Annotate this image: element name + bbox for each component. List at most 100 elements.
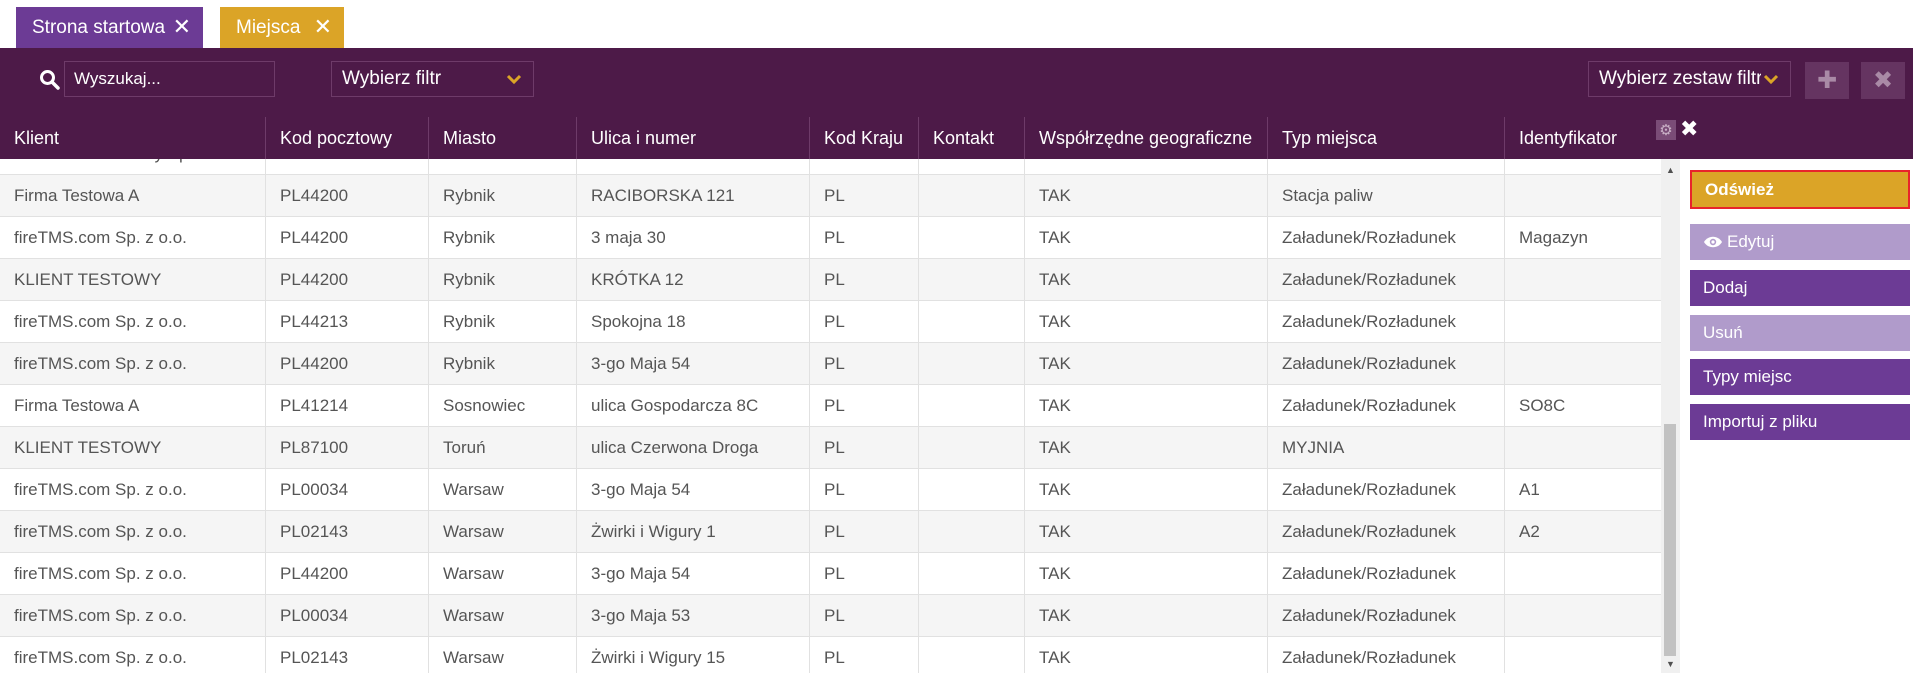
table-row[interactable]: KLIENT TESTOWY PL44200 Rybnik KRÓTKA 12 PL TA… — [0, 259, 1661, 301]
column-header-wspolrzedne[interactable]: Współrzędne geograficzne — [1025, 117, 1268, 159]
cell-postal-code: PL61131 — [266, 159, 429, 175]
table-row[interactable]: Kontrahent Testowy Sp. z o.o.PL61131Pozn… — [0, 159, 1661, 175]
cell-street: Łumienkola 185 — [577, 159, 810, 175]
scrollbar-thumb[interactable] — [1664, 424, 1676, 656]
cell-identifier — [1505, 343, 1661, 385]
table-row[interactable]: fireTMS.com Sp. z o.o. PL44200 Warsaw 3-go … — [0, 553, 1661, 595]
vertical-scrollbar[interactable]: ▲ ▼ — [1661, 159, 1680, 673]
add-filter-set-button[interactable]: ✚ — [1805, 62, 1849, 99]
cell-city: Rybnik — [429, 301, 577, 343]
cell-place-type: Załadunek/Rozładunek — [1268, 217, 1505, 259]
table-row[interactable]: fireTMS.com Sp. z o.o. PL00034 Warsaw 3-go … — [0, 595, 1661, 637]
column-header-ulica[interactable]: Ulica i numer — [577, 117, 810, 159]
cell-postal-code: PL44200 — [266, 343, 429, 385]
table-row[interactable]: fireTMS.com Sp. z o.o. PL44213 Rybnik Spoko… — [0, 301, 1661, 343]
cell-postal-code: PL02143 — [266, 511, 429, 553]
table-row[interactable]: fireTMS.com Sp. z o.o. PL02143 Warsaw Żwirk… — [0, 637, 1661, 673]
cell-postal-code: PL00034 — [266, 469, 429, 511]
cell-contact — [919, 637, 1025, 673]
scroll-up-arrow-icon[interactable]: ▲ — [1666, 165, 1675, 175]
cell-country-code: PL — [810, 343, 919, 385]
edit-button-label: Edytuj — [1727, 232, 1775, 251]
delete-button[interactable]: Usuń — [1690, 315, 1910, 351]
remove-filter-set-button[interactable]: ✖ — [1861, 62, 1905, 99]
cell-identifier — [1505, 159, 1661, 175]
cell-geo-coordinates: TAK — [1025, 259, 1268, 301]
cell-street: 3-go Maja 54 — [577, 343, 810, 385]
cell-identifier: Magazyn — [1519, 228, 1588, 247]
cell-client: fireTMS.com Sp. z o.o. — [0, 469, 266, 511]
cell-geo-coordinates: TAK — [1025, 427, 1268, 469]
cell-identifier: A2 — [1519, 522, 1540, 541]
cell-country-code: PL — [810, 385, 919, 427]
scroll-down-arrow-icon[interactable]: ▼ — [1666, 659, 1675, 669]
cell-city: Warsaw — [429, 637, 577, 673]
column-header-kod-kraju[interactable]: Kod Kraju — [810, 117, 919, 159]
filter-set-label: Wybierz zestaw filtrów — [1599, 68, 1761, 89]
cell-client: fireTMS.com Sp. z o.o. — [0, 637, 266, 673]
refresh-button[interactable]: Odśwież — [1690, 170, 1910, 209]
cell-country-code: PL — [810, 511, 919, 553]
filter-select-label: Wybierz filtr — [342, 68, 442, 89]
filter-select[interactable]: Wybierz filtr — [331, 61, 534, 97]
table-row[interactable]: Firma Testowa A PL44200 Rybnik RACIBORSKA 1… — [0, 175, 1661, 217]
place-types-button[interactable]: Typy miejsc — [1690, 359, 1910, 395]
add-button[interactable]: Dodaj — [1690, 270, 1910, 306]
cell-country-code: PL — [810, 469, 919, 511]
column-header-miasto[interactable]: Miasto — [429, 117, 577, 159]
cell-postal-code: PL44200 — [266, 175, 429, 217]
close-icon[interactable]: ✖ — [1680, 116, 1698, 142]
cell-city: Warsaw — [429, 553, 577, 595]
import-from-file-button[interactable]: Importuj z pliku — [1690, 404, 1910, 440]
table-row[interactable]: Firma Testowa A PL41214 Sosnowiec ulica Gos… — [0, 385, 1661, 427]
cell-place-type: Załadunek/Rozładunek — [1268, 637, 1505, 673]
cell-identifier — [1505, 175, 1661, 217]
cell-street: 3-go Maja 53 — [577, 595, 810, 637]
cell-contact — [919, 595, 1025, 637]
filter-set-select[interactable]: Wybierz zestaw filtrów — [1588, 61, 1791, 97]
column-header-identyfikator[interactable]: Identyfikator — [1505, 117, 1661, 159]
close-icon[interactable]: ✕ — [314, 16, 332, 38]
cell-city: Warsaw — [429, 469, 577, 511]
tab-strona-startowa[interactable]: Strona startowa ✕ — [16, 7, 203, 48]
cell-geo-coordinates: TAK — [1025, 175, 1268, 217]
column-header-typ-miejsca[interactable]: Typ miejsca — [1268, 117, 1505, 159]
column-header-klient[interactable]: Klient — [0, 117, 266, 159]
gear-icon[interactable]: ⚙ — [1656, 120, 1676, 140]
cell-city: Poznań — [429, 159, 577, 175]
cell-geo-coordinates: TAK — [1025, 159, 1268, 175]
table-row[interactable]: fireTMS.com Sp. z o.o. PL00034 Warsaw 3-go … — [0, 469, 1661, 511]
column-header-kontakt[interactable]: Kontakt — [919, 117, 1025, 159]
cell-client: fireTMS.com Sp. z o.o. — [0, 553, 266, 595]
cell-country-code: PL — [810, 595, 919, 637]
cell-postal-code: PL44200 — [266, 553, 429, 595]
table-row[interactable]: fireTMS.com Sp. z o.o. PL02143 Warsaw Żwirk… — [0, 511, 1661, 553]
cell-place-type: Załadunek/Rozładunek — [1268, 385, 1505, 427]
cell-contact — [919, 511, 1025, 553]
cell-street: 3-go Maja 54 — [577, 553, 810, 595]
cell-place-type: Stacja paliw — [1268, 175, 1505, 217]
cell-city: Rybnik — [429, 175, 577, 217]
search-input[interactable] — [64, 61, 275, 97]
search-icon[interactable] — [38, 68, 62, 92]
cell-street: Żwirki i Wigury 1 — [577, 511, 810, 553]
cell-city: Warsaw — [429, 511, 577, 553]
cell-place-type: Załadunek/Rozładunek — [1268, 553, 1505, 595]
cell-identifier — [1505, 301, 1661, 343]
column-header-kod-pocztowy[interactable]: Kod pocztowy — [266, 117, 429, 159]
table-row[interactable]: fireTMS.com Sp. z o.o. PL44200 Rybnik 3 maj… — [0, 217, 1661, 259]
edit-button[interactable]: Edytuj — [1690, 224, 1910, 260]
plus-icon: ✚ — [1816, 67, 1838, 94]
table-row[interactable]: fireTMS.com Sp. z o.o. PL44200 Rybnik 3-go … — [0, 343, 1661, 385]
table-row[interactable]: KLIENT TESTOWY PL87100 Toruń ulica Czerwona… — [0, 427, 1661, 469]
cell-place-type: Załadunek/Rozładunek — [1268, 259, 1505, 301]
cell-street: Spokojna 18 — [577, 301, 810, 343]
cell-contact — [919, 301, 1025, 343]
cell-city: Rybnik — [429, 217, 577, 259]
cell-street: ulica Czerwona Droga — [577, 427, 810, 469]
close-icon[interactable]: ✕ — [173, 16, 191, 38]
chevron-down-icon — [506, 74, 522, 85]
cell-place-type: Załadunek/Rozładunek — [1268, 159, 1505, 175]
tab-miejsca[interactable]: Miejsca ✕ — [220, 7, 344, 48]
cell-identifier — [1505, 595, 1661, 637]
